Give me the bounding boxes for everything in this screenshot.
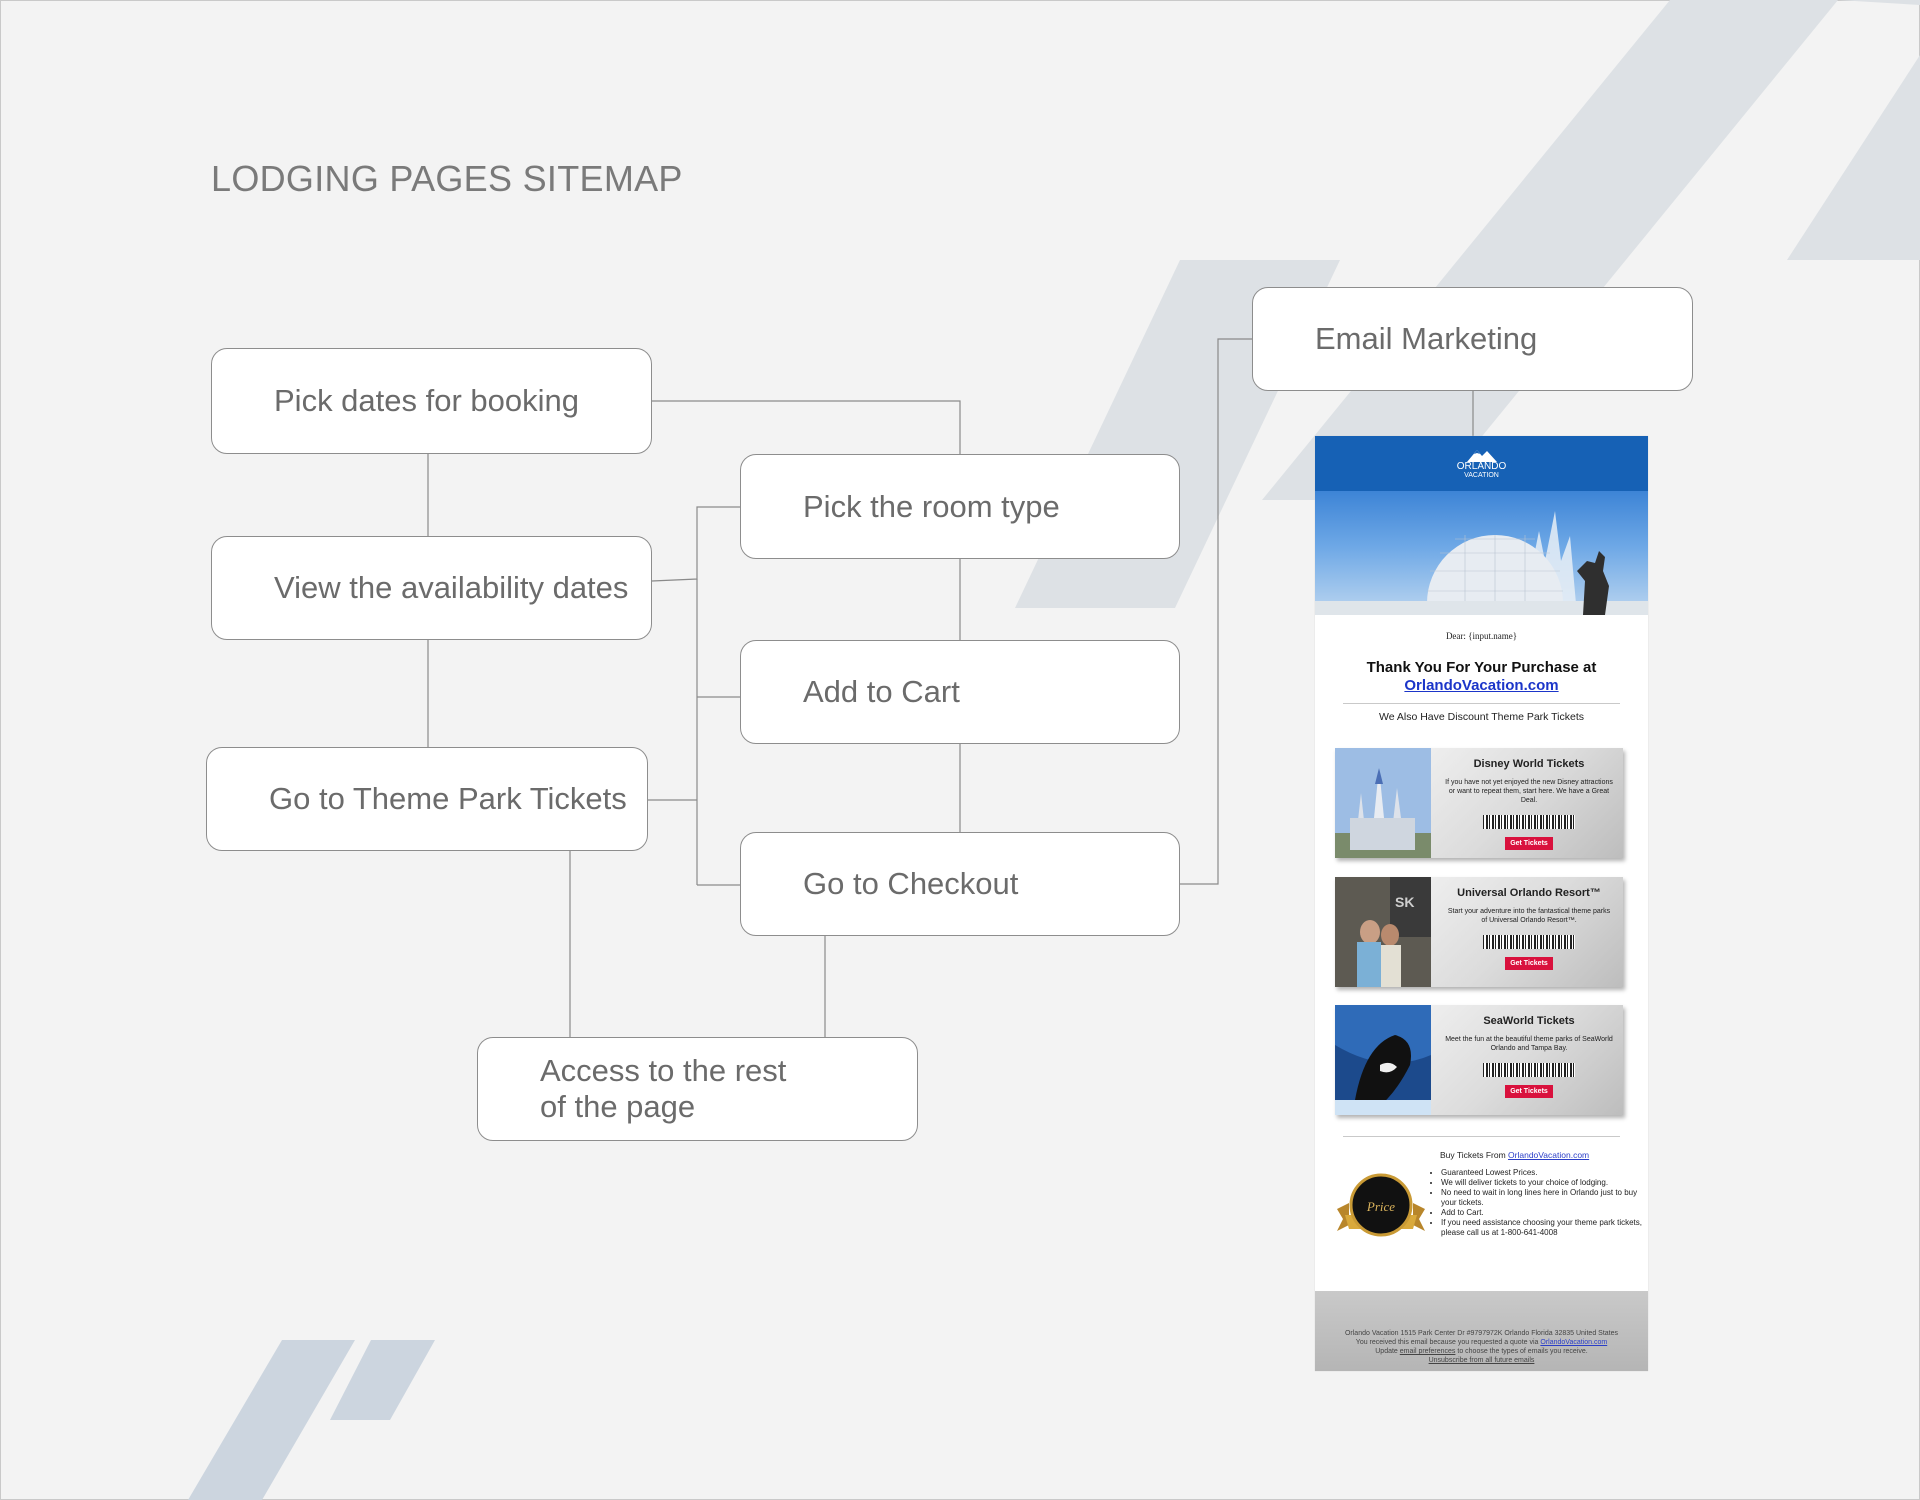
get-tickets-button[interactable]: Get Tickets [1505,1085,1553,1098]
footer-update-suffix: to choose the types of emails you receiv… [1457,1348,1588,1355]
node-pick-dates[interactable]: Pick dates for booking [211,348,652,454]
email-preferences-link[interactable]: email preferences [1400,1348,1456,1355]
node-view-availability[interactable]: View the availability dates [211,536,652,640]
buy-prefix: Buy Tickets From [1440,1150,1506,1160]
email-thanks: Thank You For Your Purchase at OrlandoVa… [1315,659,1648,695]
list-item: Guaranteed Lowest Prices. [1441,1168,1648,1178]
footer-update: Update email preferences to choose the t… [1315,1347,1648,1356]
email-preview: ORLANDO VACATION Dear: {input.name} Than… [1315,436,1648,1371]
node-email-marketing[interactable]: Email Marketing [1252,287,1693,391]
ticket-title: Disney World Tickets [1473,758,1585,770]
disney-castle-image [1335,748,1431,858]
get-tickets-button[interactable]: Get Tickets [1505,837,1553,850]
node-add-to-cart[interactable]: Add to Cart [740,640,1180,744]
email-also-text: We Also Have Discount Theme Park Tickets [1378,711,1585,723]
ticket-card-seaworld: SeaWorld Tickets Meet the fun at the bea… [1335,1005,1623,1115]
footer-update-prefix: Update [1375,1348,1398,1355]
email-site-link[interactable]: OrlandoVacation.com [1315,677,1648,695]
ticket-title: SeaWorld Tickets [1483,1015,1575,1027]
barcode-icon [1483,1063,1575,1077]
unsubscribe-link[interactable]: Unsubscribe from all future emails [1315,1356,1648,1365]
email-thanks-line: Thank You For Your Purchase at [1366,659,1597,676]
footer-site-link[interactable]: OrlandoVacation.com [1540,1339,1607,1346]
email-logo-line1: ORLANDO [1456,460,1507,472]
seaworld-orca-image [1335,1005,1431,1115]
footer-address: Orlando Vacation 1515 Park Center Dr #97… [1344,1330,1619,1337]
ticket-card-disney: Disney World Tickets If you have not yet… [1335,748,1623,858]
ticket-card-universal: SK Universal Orlando Resort™ Start your … [1335,877,1623,987]
mountain-logo-icon [1466,449,1497,462]
list-item: We will deliver tickets to your choice o… [1441,1178,1648,1188]
email-divider [1343,1136,1620,1137]
ticket-title: Universal Orlando Resort™ [1457,887,1601,899]
ticket-body: Disney World Tickets If you have not yet… [1435,748,1623,858]
buy-link[interactable]: OrlandoVacation.com [1508,1150,1589,1160]
email-hero-image [1315,491,1648,615]
email-logo-line2: VACATION [1464,471,1499,479]
svg-text:Price: Price [1366,1199,1395,1214]
node-access-line2: of the page [540,1089,696,1124]
ticket-description: If you have not yet enjoyed the new Disn… [1445,779,1613,804]
best-price-seal-icon: Price [1335,1173,1427,1248]
email-divider [1343,703,1620,704]
ticket-description: Start your adventure into the fantastica… [1447,908,1611,924]
email-footer: Orlando Vacation 1515 Park Center Dr #97… [1315,1291,1648,1371]
benefits-list: Guaranteed Lowest Prices. We will delive… [1427,1168,1648,1238]
page-title: LODGING PAGES SITEMAP [211,158,683,199]
buy-tickets-line: Buy Tickets From OrlandoVacation.com [1440,1150,1589,1160]
node-access-line1: Access to the rest [540,1053,787,1088]
ticket-body: SeaWorld Tickets Meet the fun at the bea… [1435,1005,1623,1115]
ticket-body: Universal Orlando Resort™ Start your adv… [1435,877,1623,987]
node-checkout[interactable]: Go to Checkout [740,832,1180,936]
node-theme-park-tickets[interactable]: Go to Theme Park Tickets [206,747,648,851]
list-item: If you need assistance choosing your the… [1441,1218,1648,1238]
email-header: ORLANDO VACATION [1315,436,1648,491]
footer-received: You received this email because you requ… [1315,1338,1648,1347]
footer-received-text: You received this email because you requ… [1355,1339,1539,1346]
universal-image: SK [1335,877,1431,987]
svg-text:SK: SK [1395,894,1414,910]
list-item: Add to Cart. [1441,1208,1648,1218]
ticket-description: Meet the fun at the beautiful theme park… [1445,1036,1613,1052]
list-item: No need to wait in long lines here in Or… [1441,1188,1648,1208]
email-greeting: Dear: {input.name} [1445,631,1518,641]
barcode-icon [1483,815,1575,829]
barcode-icon [1483,935,1575,949]
node-room-type[interactable]: Pick the room type [740,454,1180,559]
email-logo-text: ORLANDO VACATION [1456,460,1507,480]
get-tickets-button[interactable]: Get Tickets [1505,957,1553,970]
node-access-rest[interactable]: Access to the rest of the page [477,1037,918,1141]
